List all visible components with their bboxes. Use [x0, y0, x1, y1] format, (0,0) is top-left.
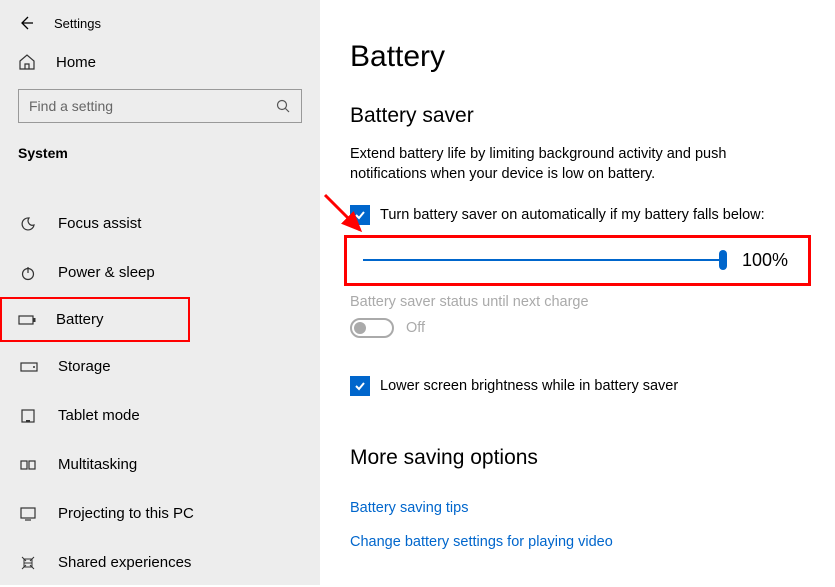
sidebar-item-battery[interactable]: Battery	[0, 297, 190, 342]
settings-title: Settings	[54, 16, 101, 31]
threshold-slider-container: 100%	[344, 235, 811, 286]
sidebar-item-label: Focus assist	[58, 215, 141, 232]
share-icon	[20, 555, 40, 571]
sidebar-item-shared-experiences[interactable]: Shared experiences	[0, 538, 320, 587]
main-content: Battery Battery saver Extend battery lif…	[320, 0, 835, 585]
battery-saver-description: Extend battery life by limiting backgrou…	[350, 144, 805, 185]
status-label: Battery saver status until next charge	[350, 294, 805, 310]
sidebar-item-label: Tablet mode	[58, 407, 140, 424]
sidebar-item-storage[interactable]: Storage	[0, 342, 320, 391]
toggle-state-label: Off	[406, 320, 425, 336]
brightness-checkbox-row: Lower screen brightness while in battery…	[350, 376, 805, 396]
sidebar-item-projecting[interactable]: Projecting to this PC	[0, 489, 320, 538]
battery-icon	[18, 314, 38, 326]
sidebar-item-label: Battery	[56, 311, 104, 328]
sidebar-item-tablet-mode[interactable]: Tablet mode	[0, 391, 320, 440]
sidebar-item-label: Projecting to this PC	[58, 505, 194, 522]
sidebar-item-focus-assist[interactable]: Focus assist	[0, 199, 320, 248]
status-toggle[interactable]	[350, 318, 394, 338]
sidebar-item-label: Storage	[58, 358, 111, 375]
auto-on-label: Turn battery saver on automatically if m…	[380, 207, 765, 223]
projecting-icon	[20, 506, 40, 522]
tablet-icon	[20, 408, 40, 424]
page-title: Battery	[350, 40, 805, 74]
home-label: Home	[56, 54, 96, 71]
brightness-checkbox[interactable]	[350, 376, 370, 396]
moon-icon	[20, 216, 40, 232]
sidebar-item-label: Multitasking	[58, 456, 137, 473]
sidebar: Settings Home System Focus assist Power …	[0, 0, 320, 585]
home-icon	[18, 53, 38, 71]
battery-saver-heading: Battery saver	[350, 104, 805, 128]
section-label: System	[0, 137, 320, 175]
toggle-knob	[354, 322, 366, 334]
sidebar-item-power-sleep[interactable]: Power & sleep	[0, 248, 320, 297]
storage-icon	[20, 361, 40, 373]
multitasking-icon	[20, 457, 40, 473]
home-button[interactable]: Home	[0, 43, 320, 81]
more-options-heading: More saving options	[350, 446, 805, 470]
search-input[interactable]	[29, 98, 275, 114]
sidebar-item-label: Shared experiences	[58, 554, 191, 571]
power-icon	[20, 265, 40, 281]
search-icon	[275, 98, 291, 114]
auto-on-checkbox-row: Turn battery saver on automatically if m…	[350, 205, 805, 225]
status-toggle-row: Off	[350, 318, 805, 338]
sidebar-header: Settings	[0, 10, 320, 43]
sidebar-item-multitasking[interactable]: Multitasking	[0, 440, 320, 489]
slider-value: 100%	[742, 250, 792, 271]
search-box[interactable]	[18, 89, 302, 123]
video-settings-link[interactable]: Change battery settings for playing vide…	[350, 534, 805, 550]
back-icon[interactable]	[18, 15, 34, 31]
battery-tips-link[interactable]: Battery saving tips	[350, 500, 805, 516]
auto-on-checkbox[interactable]	[350, 205, 370, 225]
slider-thumb[interactable]	[719, 250, 727, 270]
brightness-label: Lower screen brightness while in battery…	[380, 378, 678, 394]
threshold-slider[interactable]	[363, 259, 722, 261]
sidebar-item-label: Power & sleep	[58, 264, 155, 281]
